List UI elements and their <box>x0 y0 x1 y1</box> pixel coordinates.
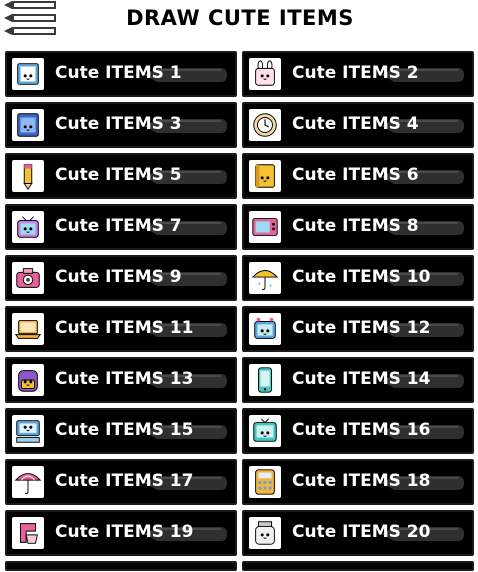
item-label: Cute ITEMS 20 <box>292 522 431 542</box>
item-label: Cute ITEMS 19 <box>55 522 194 542</box>
item-label: Cute ITEMS 13 <box>55 369 194 389</box>
list-item[interactable]: Cute ITEMS 2 <box>242 51 474 97</box>
list-item[interactable]: Cute ITEMS 7 <box>5 204 237 250</box>
list-item[interactable]: Cute ITEMS 3 <box>5 102 237 148</box>
cute-pink-umbrella-icon-art <box>14 473 42 494</box>
item-label: Cute ITEMS 10 <box>292 267 431 287</box>
cute-yellow-book-icon <box>249 160 281 192</box>
cute-microwave-icon-art <box>252 218 278 236</box>
item-label: Cute ITEMS 18 <box>292 471 431 491</box>
item-label: Cute ITEMS 3 <box>55 114 182 134</box>
list-item[interactable]: Cute ITEMS 13 <box>5 357 237 403</box>
list-item[interactable]: Cute ITEMS 9 <box>5 255 237 301</box>
list-item[interactable]: Cute ITEMS 17 <box>5 459 237 505</box>
cute-tv-icon-art <box>17 216 39 238</box>
list-item[interactable]: Cute ITEMS 6 <box>242 153 474 199</box>
cute-bunny-bag-icon <box>249 58 281 90</box>
cute-laptop-icon-art <box>14 320 42 339</box>
cute-teal-tv-icon-art <box>253 418 277 442</box>
cute-clock-icon-art <box>253 113 277 137</box>
list-item[interactable]: Cute ITEMS 19 <box>5 510 237 556</box>
list-item[interactable]: Cute ITEMS 10 <box>242 255 474 301</box>
list-item[interactable]: Cute ITEMS 15 <box>5 408 237 454</box>
item-label: Cute ITEMS 17 <box>55 471 194 491</box>
cute-pencil-icon-art <box>23 164 33 190</box>
cute-clock-icon <box>249 109 281 141</box>
cute-phone-icon <box>249 364 281 396</box>
cute-bunny-bag-icon-art <box>255 60 275 86</box>
item-label: Cute ITEMS 11 <box>55 318 194 338</box>
cute-tv-icon <box>12 211 44 243</box>
cute-camera-icon-art <box>16 268 40 288</box>
cute-microwave-icon <box>249 211 281 243</box>
cute-book-icon-art <box>17 63 39 85</box>
list-item-partial[interactable] <box>5 561 237 571</box>
cute-umbrella-icon <box>249 262 281 294</box>
list-item[interactable]: Cute ITEMS 12 <box>242 306 474 352</box>
cute-calculator-icon <box>249 466 281 498</box>
cute-mixer-icon <box>12 517 44 549</box>
item-label: Cute ITEMS 8 <box>292 216 419 236</box>
item-label: Cute ITEMS 6 <box>292 165 419 185</box>
list-item[interactable]: Cute ITEMS 1 <box>5 51 237 97</box>
item-label: Cute ITEMS 7 <box>55 216 182 236</box>
cute-calculator-icon-art <box>255 469 275 495</box>
list-item-partial[interactable] <box>242 561 474 571</box>
cute-pencil-icon <box>12 160 44 192</box>
cute-book-icon <box>12 58 44 90</box>
list-item[interactable]: Cute ITEMS 20 <box>242 510 474 556</box>
cute-computer-icon <box>12 415 44 447</box>
cute-notebook-icon <box>12 109 44 141</box>
item-label: Cute ITEMS 5 <box>55 165 182 185</box>
list-item[interactable]: Cute ITEMS 11 <box>5 306 237 352</box>
cute-yellow-book-icon-art <box>255 164 275 188</box>
cute-backpack-icon-art <box>18 370 38 392</box>
list-item[interactable]: Cute ITEMS 5 <box>5 153 237 199</box>
items-grid: Cute ITEMS 1 Cute ITEMS 2 Cute ITEMS 3 C… <box>5 51 475 571</box>
list-item[interactable]: Cute ITEMS 14 <box>242 357 474 403</box>
cute-backpack-icon <box>12 364 44 396</box>
cute-computer-icon-art <box>16 420 40 443</box>
item-label: Cute ITEMS 4 <box>292 114 419 134</box>
cute-robot-tv-icon <box>249 313 281 345</box>
cute-robot-tv-icon-art <box>254 317 276 339</box>
list-item[interactable]: Cute ITEMS 8 <box>242 204 474 250</box>
item-label: Cute ITEMS 2 <box>292 63 419 83</box>
cute-jar-icon-art <box>255 521 275 545</box>
item-label: Cute ITEMS 9 <box>55 267 182 287</box>
item-label: Cute ITEMS 16 <box>292 420 431 440</box>
item-label: Cute ITEMS 14 <box>292 369 431 389</box>
cute-mixer-icon-art <box>20 523 38 544</box>
cute-laptop-icon <box>12 313 44 345</box>
list-item[interactable]: Cute ITEMS 18 <box>242 459 474 505</box>
cute-teal-tv-icon <box>249 415 281 447</box>
header: DRAW CUTE ITEMS <box>0 0 478 44</box>
cute-pink-umbrella-icon <box>12 466 44 498</box>
cute-notebook-icon-art <box>17 113 39 137</box>
list-item[interactable]: Cute ITEMS 4 <box>242 102 474 148</box>
page-title: DRAW CUTE ITEMS <box>126 6 354 30</box>
cute-phone-icon-art <box>257 367 273 393</box>
pencil-menu-icon[interactable] <box>2 0 58 40</box>
item-label: Cute ITEMS 1 <box>55 63 182 83</box>
list-item[interactable]: Cute ITEMS 16 <box>242 408 474 454</box>
item-label: Cute ITEMS 15 <box>55 420 194 440</box>
cute-camera-icon <box>12 262 44 294</box>
cute-jar-icon <box>249 517 281 549</box>
item-label: Cute ITEMS 12 <box>292 318 431 338</box>
cute-umbrella-icon-art <box>251 270 279 290</box>
